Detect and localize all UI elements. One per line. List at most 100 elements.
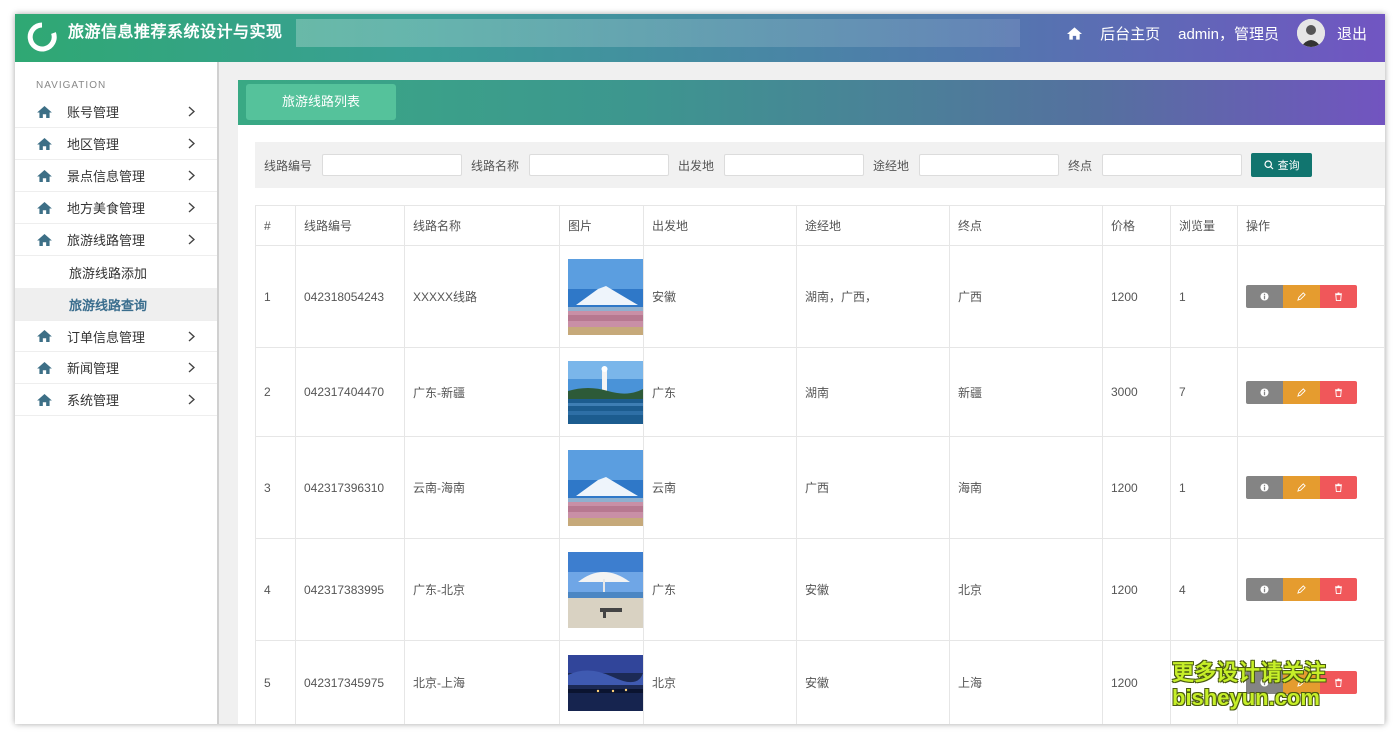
cell-views: 4 xyxy=(1170,538,1238,641)
sidebar-item-orders[interactable]: 订单信息管理 xyxy=(15,320,217,352)
cell-price: 1200 xyxy=(1102,538,1171,641)
cell-via: 湖南，广西， xyxy=(796,245,950,348)
col-price: 价格 xyxy=(1102,205,1171,246)
sidebar-subitem-route-query[interactable]: 旅游线路查询 xyxy=(15,288,217,320)
home-icon xyxy=(37,106,52,118)
trash-icon xyxy=(1335,585,1342,594)
cell-image xyxy=(559,347,644,437)
query-button-label: 查询 xyxy=(1277,160,1300,172)
logout-link[interactable]: 退出 xyxy=(1337,23,1367,44)
cell-views: 7 xyxy=(1170,347,1238,437)
delete-button[interactable] xyxy=(1320,578,1357,601)
cell-route-name: 北京-上海 xyxy=(404,640,560,724)
sidebar-subitem-route-add[interactable]: 旅游线路添加 xyxy=(15,256,217,288)
view-button[interactable] xyxy=(1246,578,1283,601)
info-icon xyxy=(1260,483,1269,492)
watermark-line-2: bisheyun.com xyxy=(1172,685,1320,710)
edit-button[interactable] xyxy=(1283,476,1320,499)
info-icon xyxy=(1260,585,1269,594)
sidebar-item-food[interactable]: 地方美食管理 xyxy=(15,192,217,224)
sidebar-item-region[interactable]: 地区管理 xyxy=(15,128,217,160)
cell-via: 湖南 xyxy=(796,347,950,437)
trash-icon xyxy=(1335,387,1342,397)
cell-via: 广西 xyxy=(796,436,950,539)
delete-button[interactable] xyxy=(1320,380,1357,404)
chevron-right-icon xyxy=(188,170,195,181)
cell-via: 安徽 xyxy=(796,640,950,724)
edit-button[interactable] xyxy=(1283,380,1320,404)
cell-index: 3 xyxy=(255,436,296,539)
info-icon xyxy=(1260,387,1269,397)
table-row: 4 042317383995 广东-北京 广东 安徽 北京 1200 4 xyxy=(255,538,1385,641)
destination-input[interactable] xyxy=(1102,154,1243,176)
tab-route-list[interactable]: 旅游线路列表 xyxy=(246,84,396,120)
cell-image xyxy=(559,640,644,724)
sidebar-item-route[interactable]: 旅游线路管理 xyxy=(15,224,217,256)
sidebar-item-label: 账号管理 xyxy=(67,105,120,120)
query-button[interactable]: 查询 xyxy=(1251,153,1313,177)
current-user[interactable]: admin，管理员 xyxy=(1178,23,1279,44)
cell-route-code: 042317345975 xyxy=(295,640,405,724)
pencil-icon xyxy=(1297,585,1306,594)
home-icon xyxy=(37,202,52,214)
cell-image xyxy=(559,245,644,348)
chevron-right-icon xyxy=(188,331,195,342)
logo-icon xyxy=(27,22,57,52)
edit-button[interactable] xyxy=(1283,285,1320,308)
table-row: 1 042318054243 XXXXX线路 安徽 湖南，广西， 广西 1200… xyxy=(255,245,1385,348)
avatar[interactable] xyxy=(1296,19,1325,47)
route-name-input[interactable] xyxy=(529,154,670,176)
cell-departure: 广东 xyxy=(643,538,797,641)
view-button[interactable] xyxy=(1246,380,1283,404)
cell-route-name: 广东-北京 xyxy=(404,538,560,641)
sidebar-item-news[interactable]: 新闻管理 xyxy=(15,352,217,384)
cell-price: 1200 xyxy=(1102,245,1171,348)
cell-destination: 北京 xyxy=(949,538,1103,641)
cell-index: 2 xyxy=(255,347,296,437)
cell-destination: 上海 xyxy=(949,640,1103,724)
route-code-input[interactable] xyxy=(322,154,463,176)
app-window: 旅游信息推荐系统设计与实现 后台主页 admin，管理员 退出 NAVIGATI… xyxy=(15,14,1385,724)
trash-icon xyxy=(1335,292,1342,301)
sidebar-item-system[interactable]: 系统管理 xyxy=(15,384,217,416)
cell-route-name: XXXXX线路 xyxy=(404,245,560,348)
home-icon xyxy=(37,362,52,374)
table-row: 2 042317404470 广东-新疆 广东 湖南 新疆 3000 7 xyxy=(255,347,1385,437)
edit-button[interactable] xyxy=(1283,578,1320,601)
sidebar-item-label: 订单信息管理 xyxy=(67,329,146,345)
view-button[interactable] xyxy=(1246,285,1283,308)
home-icon xyxy=(37,234,52,246)
delete-button[interactable] xyxy=(1320,476,1357,499)
departure-label: 出发地 xyxy=(678,158,715,173)
cell-index: 5 xyxy=(255,640,296,724)
col-route-code: 线路编号 xyxy=(295,205,405,246)
cell-departure: 北京 xyxy=(643,640,797,724)
cell-route-code: 042317383995 xyxy=(295,538,405,641)
col-via: 途经地 xyxy=(796,205,950,246)
cell-index: 4 xyxy=(255,538,296,641)
cell-route-name: 广东-新疆 xyxy=(404,347,560,437)
cell-actions xyxy=(1237,347,1385,437)
delete-button[interactable] xyxy=(1320,285,1357,308)
user-avatar-icon xyxy=(1296,19,1325,47)
sidebar-item-label: 旅游线路管理 xyxy=(67,233,146,248)
pencil-icon xyxy=(1297,292,1306,301)
sidebar-item-account[interactable]: 账号管理 xyxy=(15,96,217,128)
chevron-right-icon xyxy=(188,394,195,405)
top-right-menu: 后台主页 admin，管理员 退出 xyxy=(1067,14,1385,52)
cell-departure: 广东 xyxy=(643,347,797,437)
sidebar-item-label: 系统管理 xyxy=(67,393,120,408)
via-input[interactable] xyxy=(919,154,1060,176)
sidebar-item-scenic[interactable]: 景点信息管理 xyxy=(15,160,217,192)
destination-label: 终点 xyxy=(1068,158,1093,173)
search-icon xyxy=(1263,160,1274,170)
route-table: # 线路编号 线路名称 图片 出发地 途经地 终点 价格 浏览量 操作 1 04… xyxy=(255,205,1385,724)
cell-route-name: 云南-海南 xyxy=(404,436,560,539)
view-button[interactable] xyxy=(1246,476,1283,499)
top-header: 旅游信息推荐系统设计与实现 后台主页 admin，管理员 退出 xyxy=(15,14,1385,62)
home-icon-link[interactable] xyxy=(1067,27,1082,40)
pencil-icon xyxy=(1297,483,1306,492)
chevron-right-icon xyxy=(188,362,195,373)
admin-home-link[interactable]: 后台主页 xyxy=(1100,23,1160,44)
departure-input[interactable] xyxy=(724,154,865,176)
